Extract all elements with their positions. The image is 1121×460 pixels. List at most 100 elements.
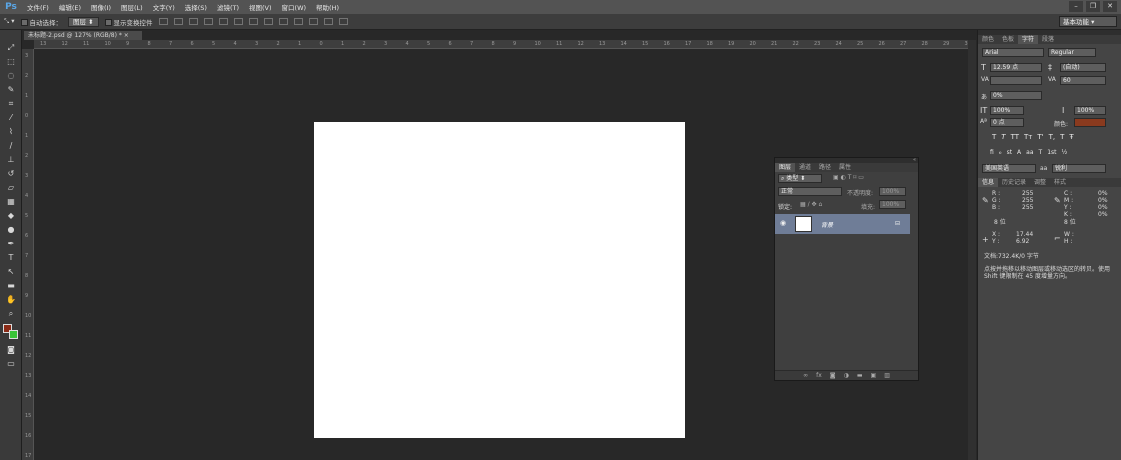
kerning-input[interactable] (990, 76, 1042, 85)
ordinal-icon[interactable]: aa (1026, 149, 1033, 156)
lasso-tool-icon[interactable]: ◌ (5, 70, 17, 81)
menu-type[interactable]: 文字(Y) (148, 2, 180, 12)
background-color-swatch[interactable] (9, 330, 18, 339)
filter-icons[interactable]: ▣ ◐ T ⌑ ▭ (833, 174, 864, 181)
tab-layers[interactable]: 图层 (775, 163, 796, 172)
menu-file[interactable]: 文件(F) (22, 2, 54, 12)
auto-align-icon[interactable] (338, 18, 348, 25)
align-hcenter-icon[interactable] (218, 18, 228, 25)
distribute-vcenter-icon[interactable] (263, 18, 273, 25)
align-right-icon[interactable] (233, 18, 243, 25)
clone-stamp-tool-icon[interactable]: ⊥ (5, 154, 17, 165)
opentype-buttons[interactable]: fi ℴ st Aaa T 1st ½ (990, 149, 1067, 156)
tab-swatches[interactable]: 色板 (998, 35, 1018, 44)
small-caps-icon[interactable]: Tт (1024, 133, 1032, 141)
subscript-icon[interactable]: T, (1049, 133, 1056, 141)
minimize-icon[interactable]: – (1069, 1, 1083, 12)
gradient-tool-icon[interactable]: ▦ (5, 196, 17, 207)
opacity-input[interactable]: 100% (879, 187, 906, 196)
menu-image[interactable]: 图像(I) (86, 2, 116, 12)
pen-tool-icon[interactable]: ✒ (5, 238, 17, 249)
move-tool-icon[interactable]: ⤢ (5, 42, 17, 53)
underline-icon[interactable]: T (1060, 133, 1064, 141)
tab-channels[interactable]: 通道 (795, 163, 815, 172)
leading-input[interactable]: (自动) (1060, 63, 1106, 72)
tab-properties[interactable]: 属性 (835, 163, 855, 172)
distribute-right-icon[interactable] (323, 18, 333, 25)
align-top-icon[interactable] (158, 18, 168, 25)
move-tool-icon[interactable]: ⤡ ▾ (4, 17, 15, 26)
tab-styles[interactable]: 样式 (1050, 178, 1070, 187)
align-left-icon[interactable] (203, 18, 213, 25)
new-group-icon[interactable]: ▬ (857, 371, 863, 380)
blend-mode-dropdown[interactable]: 正常 (778, 187, 842, 196)
zoom-tool-icon[interactable]: ⌕ (5, 308, 17, 319)
scale-input[interactable]: 0% (990, 91, 1042, 100)
screen-mode-icon[interactable]: ▭ (5, 358, 17, 369)
dodge-tool-icon[interactable]: ● (5, 224, 17, 235)
menu-view[interactable]: 视图(V) (244, 2, 277, 12)
distribute-bottom-icon[interactable] (278, 18, 288, 25)
all-caps-icon[interactable]: TT (1011, 133, 1019, 141)
menu-layer[interactable]: 图层(L) (116, 2, 148, 12)
rectangle-tool-icon[interactable]: ▬ (5, 280, 17, 291)
tab-color[interactable]: 颜色 (978, 35, 998, 44)
baseline-input[interactable]: 0 点 (990, 118, 1024, 127)
workspace-dropdown[interactable]: 基本功能 ▾ (1059, 16, 1117, 27)
collapse-icon[interactable]: « (913, 158, 916, 163)
quick-mask-icon[interactable]: ◙ (5, 344, 17, 355)
stylistic-icon[interactable]: st (1007, 149, 1012, 156)
horizontal-scale-input[interactable]: 100% (1074, 106, 1106, 115)
new-layer-icon[interactable]: ▣ (871, 371, 877, 380)
font-family-dropdown[interactable]: Arial (982, 48, 1044, 57)
faux-italic-icon[interactable]: T (1001, 133, 1005, 141)
layer-row-background[interactable]: ◉ 背景 ⊟ (775, 214, 910, 234)
eyedropper-tool-icon[interactable]: ⁄ (5, 112, 17, 123)
restore-icon[interactable]: ❐ (1086, 1, 1100, 12)
strikethrough-icon[interactable]: Ŧ (1069, 133, 1073, 141)
ligature-icon[interactable]: fi (990, 149, 994, 156)
visibility-eye-icon[interactable]: ◉ (780, 219, 786, 227)
distribute-hcenter-icon[interactable] (308, 18, 318, 25)
hand-tool-icon[interactable]: ✋ (5, 294, 17, 305)
faux-bold-icon[interactable]: T (992, 133, 996, 141)
brush-tool-icon[interactable]: ∕ (5, 140, 17, 151)
superscript-icon[interactable]: T' (1037, 133, 1043, 141)
menu-edit[interactable]: 编辑(E) (54, 2, 86, 12)
font-size-input[interactable]: 12.59 点 (990, 63, 1042, 72)
document-tab[interactable]: 未标题-2.psd @ 127% (RGB/8) * × (24, 31, 142, 40)
text-color-swatch[interactable] (1074, 118, 1106, 127)
tab-history[interactable]: 历史记录 (998, 178, 1030, 187)
menu-select[interactable]: 选择(S) (180, 2, 212, 12)
type-tool-icon[interactable]: T (5, 252, 17, 263)
close-icon[interactable]: ✕ (1103, 1, 1117, 12)
tab-info[interactable]: 信息 (978, 178, 999, 187)
tab-character[interactable]: 字符 (1018, 35, 1039, 44)
tab-adjustments[interactable]: 调整 (1030, 178, 1050, 187)
fill-input[interactable]: 100% (879, 200, 906, 209)
show-transform-checkbox[interactable]: 显示变换控件 (104, 17, 153, 27)
quick-select-tool-icon[interactable]: ✎ (5, 84, 17, 95)
blur-tool-icon[interactable]: ◆ (5, 210, 17, 221)
tab-paragraph[interactable]: 段落 (1038, 35, 1058, 44)
vertical-scale-input[interactable]: 100% (990, 106, 1024, 115)
layer-filter-dropdown[interactable]: ⌕ 类型 ⬍ (778, 174, 822, 183)
document-canvas[interactable] (314, 122, 685, 438)
swash-icon[interactable]: ℴ (999, 149, 1002, 156)
menu-window[interactable]: 窗口(W) (277, 2, 312, 12)
close-tab-icon[interactable]: × (124, 32, 129, 39)
add-mask-icon[interactable]: ◙ (830, 371, 836, 380)
half-icon[interactable]: ½ (1061, 149, 1067, 156)
path-select-tool-icon[interactable]: ↖ (5, 266, 17, 277)
tracking-input[interactable]: 60 (1060, 76, 1106, 85)
link-layers-icon[interactable]: ∞ (803, 371, 808, 380)
language-dropdown[interactable]: 美国英语 (982, 164, 1036, 173)
alternate-icon[interactable]: A (1017, 149, 1021, 156)
antialias-dropdown[interactable]: 锐利 (1052, 164, 1106, 173)
layer-style-icon[interactable]: fx (816, 371, 822, 380)
delete-layer-icon[interactable]: ▥ (884, 371, 890, 380)
auto-select-dropdown[interactable]: 图层 ⬍ (68, 16, 99, 27)
vertical-scrollbar[interactable] (968, 40, 976, 460)
history-brush-tool-icon[interactable]: ↺ (5, 168, 17, 179)
distribute-left-icon[interactable] (293, 18, 303, 25)
